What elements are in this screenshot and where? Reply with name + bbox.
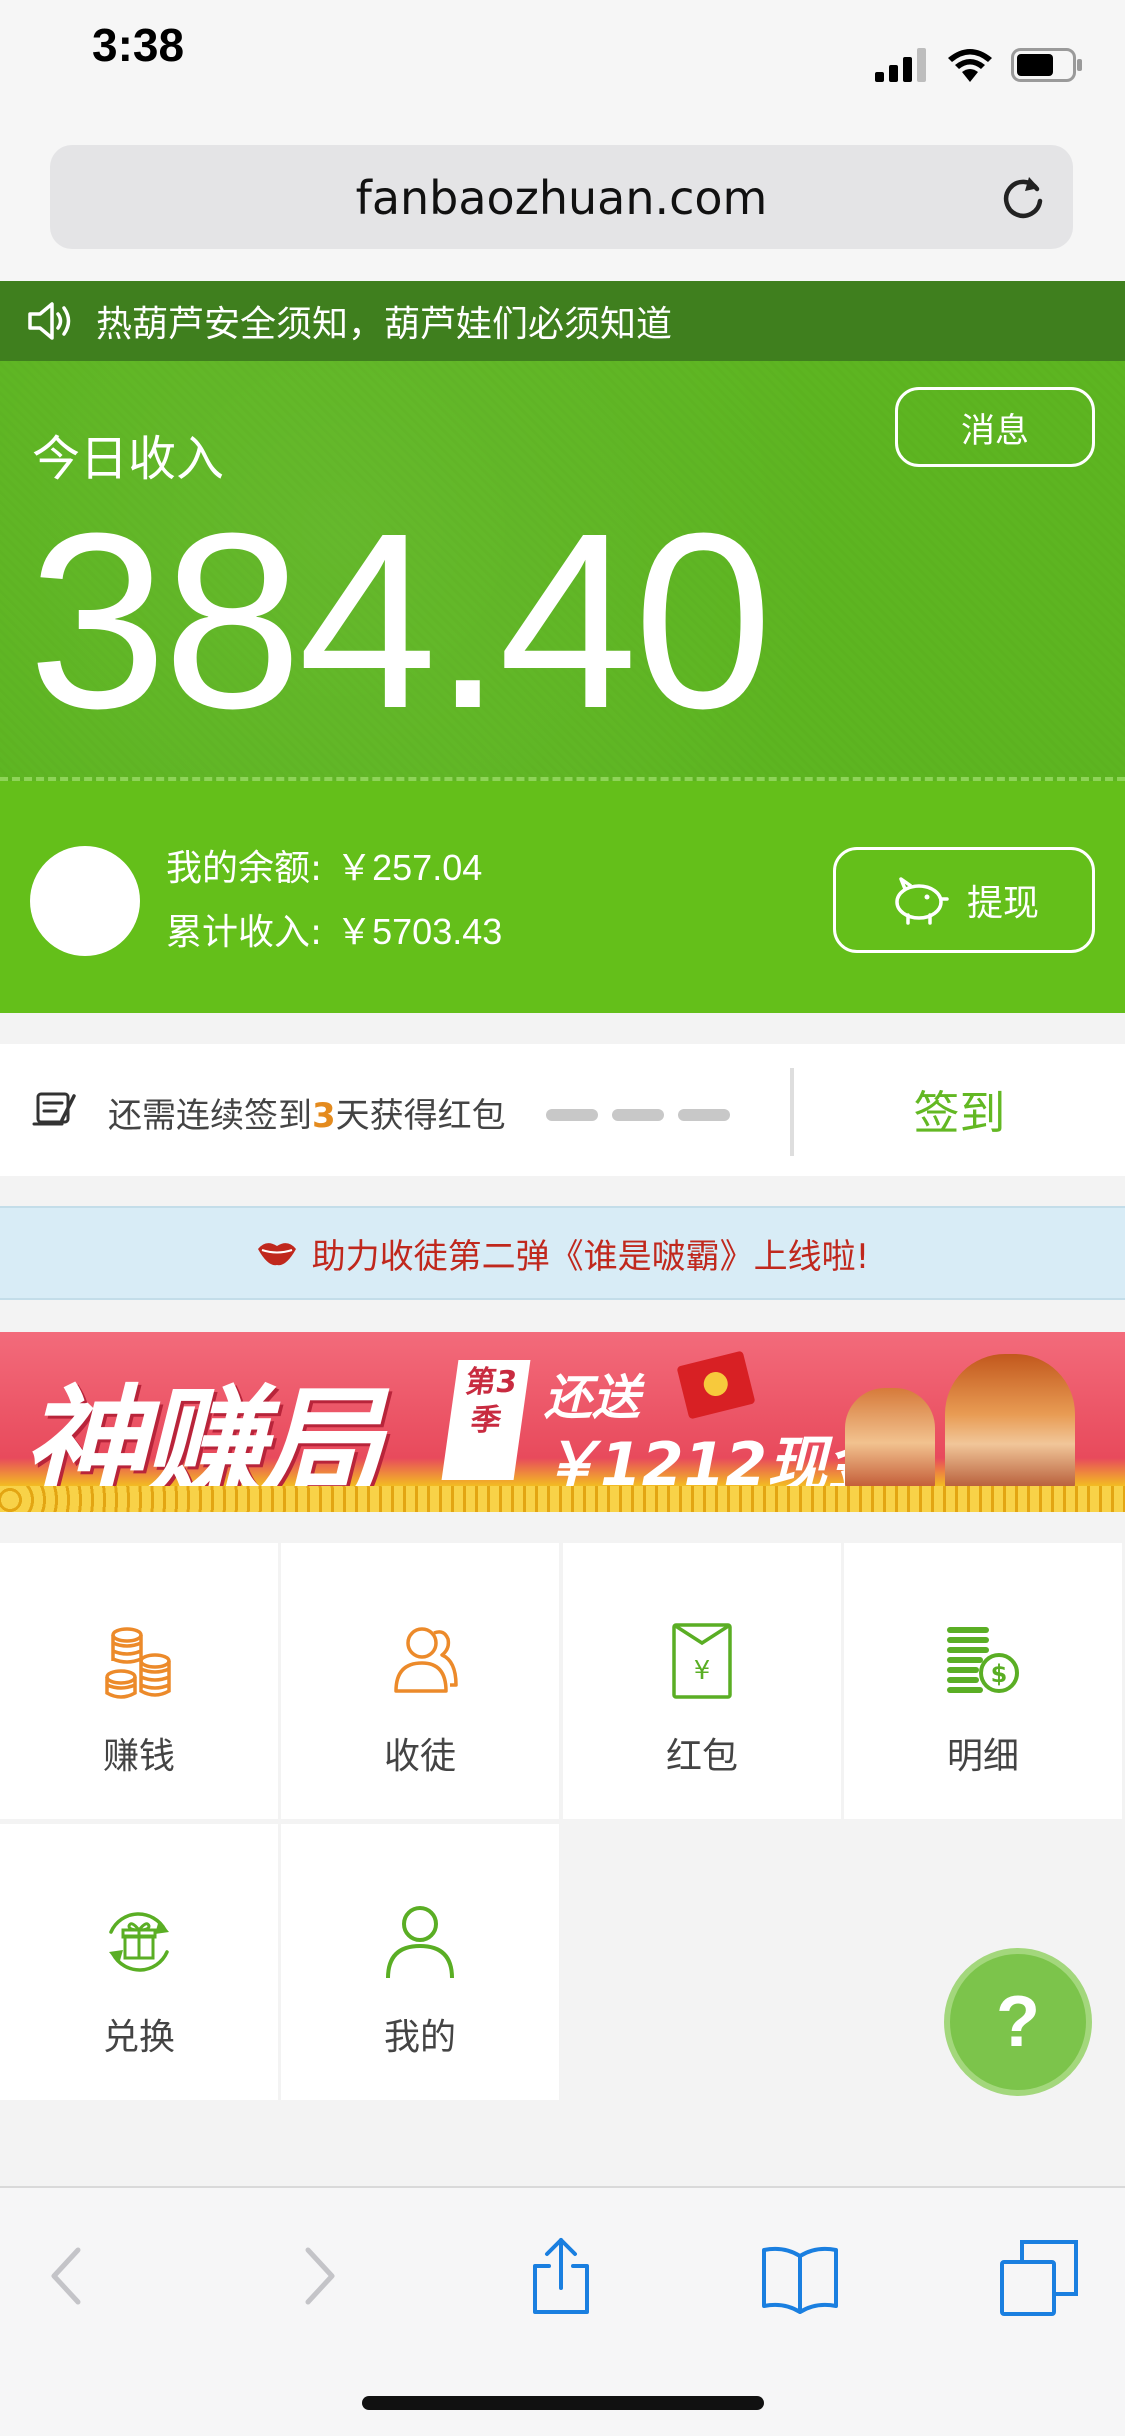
total-income-row: 累计收入: ￥5703.43 [166,903,502,955]
notice-text[interactable]: 热葫芦安全须知，葫芦娃们必须知道 [96,295,672,347]
banner-character-image [945,1354,1075,1504]
share-icon[interactable] [521,2236,601,2316]
status-icons [875,48,1083,82]
notice-bar[interactable]: 热葫芦安全须知，葫芦娃们必须知道 [0,281,1125,361]
balance-value: ￥257.04 [336,847,483,888]
signin-row: 还需连续签到3天获得红包 签到 [0,1044,1125,1176]
menu-item-recruit[interactable]: 收徒 [281,1543,559,1819]
menu-item-details[interactable]: $ 明细 [844,1543,1122,1819]
menu-item-earn[interactable]: 赚钱 [0,1543,278,1819]
status-time: 3:38 [92,19,185,71]
menu-label: 明细 [946,1736,1019,1777]
details-icon: $ [947,1627,1019,1693]
back-icon[interactable] [30,2236,110,2316]
address-bar[interactable]: fanbaozhuan.com [50,145,1073,249]
signin-button[interactable]: 签到 [794,1044,1125,1176]
total-income-label: 累计收入: [166,912,323,953]
menu-label: 红包 [665,1736,738,1777]
withdraw-button[interactable]: 提现 [833,847,1095,953]
messages-button[interactable]: 消息 [895,387,1095,467]
total-income-value: ￥5703.43 [336,911,503,952]
forward-icon[interactable] [276,2236,356,2316]
banner-season: 第3季 [441,1360,531,1480]
menu-label: 兑换 [102,2017,175,2058]
balance-panel: 我的余额: ￥257.04 累计收入: ￥5703.43 提现 [0,781,1125,1013]
bookmarks-icon[interactable] [760,2236,840,2316]
menu-label: 收徒 [383,1736,456,1777]
exchange-gift-icon [109,1912,169,1972]
wifi-icon [948,49,992,82]
today-income-amount: 384.40 [28,481,773,760]
today-income-label: 今日收入 [32,431,225,487]
menu-item-mine[interactable]: 我的 [281,1824,559,2100]
tabs-icon[interactable] [1000,2236,1080,2316]
menu-item-exchange[interactable]: 兑换 [0,1824,278,2100]
speaker-icon [28,302,71,340]
battery-icon [1011,48,1082,82]
browser-address-area: fanbaozhuan.com [0,135,1125,281]
cellular-signal-icon [875,48,926,82]
menu-label: 我的 [383,2017,456,2058]
progress-dot [546,1109,598,1121]
progress-dot [678,1109,730,1121]
signin-days-remaining: 3 [312,1096,336,1136]
withdraw-label: 提现 [966,883,1039,924]
profile-icon [386,1906,454,1979]
red-envelope-icon: ¥ [672,1623,732,1699]
balance-label: 我的余额: [166,848,323,889]
banner-character-image [845,1388,935,1498]
reload-icon[interactable] [997,171,1049,223]
avatar[interactable] [30,846,140,956]
help-button[interactable]: ? [944,1948,1092,2096]
users-icon [394,1627,458,1693]
url-text[interactable]: fanbaozhuan.com [50,171,1073,225]
signin-progress-text: 还需连续签到3天获得红包 [108,1096,506,1136]
red-packet-icon [676,1350,756,1420]
svg-text:¥: ¥ [694,1656,711,1686]
piggy-bank-icon [895,877,949,925]
home-indicator [362,2396,764,2410]
menu-label: 赚钱 [102,1736,175,1777]
today-income-panel: 今日收入 消息 384.40 [0,361,1125,781]
promo-text[interactable]: 助力收徒第二弹《谁是啵霸》上线啦! [312,1229,870,1278]
lips-icon [257,1243,296,1266]
promo-banner[interactable]: 神赚局 第3季 还送 ￥1212现金 [0,1332,1125,1512]
coins-icon [105,1627,171,1699]
menu-item-red-envelope[interactable]: ¥ 红包 [563,1543,841,1819]
promo-bar[interactable]: 助力收徒第二弹《谁是啵霸》上线啦! [0,1206,1125,1300]
svg-text:$: $ [991,1660,1008,1688]
status-bar: 3:38 [0,0,1125,135]
progress-dot [612,1109,664,1121]
gold-coins-image [0,1486,1125,1512]
signin-progress-dots [546,1109,730,1121]
balance-row: 我的余额: ￥257.04 [166,839,482,891]
sign-scroll-icon [32,1092,76,1126]
